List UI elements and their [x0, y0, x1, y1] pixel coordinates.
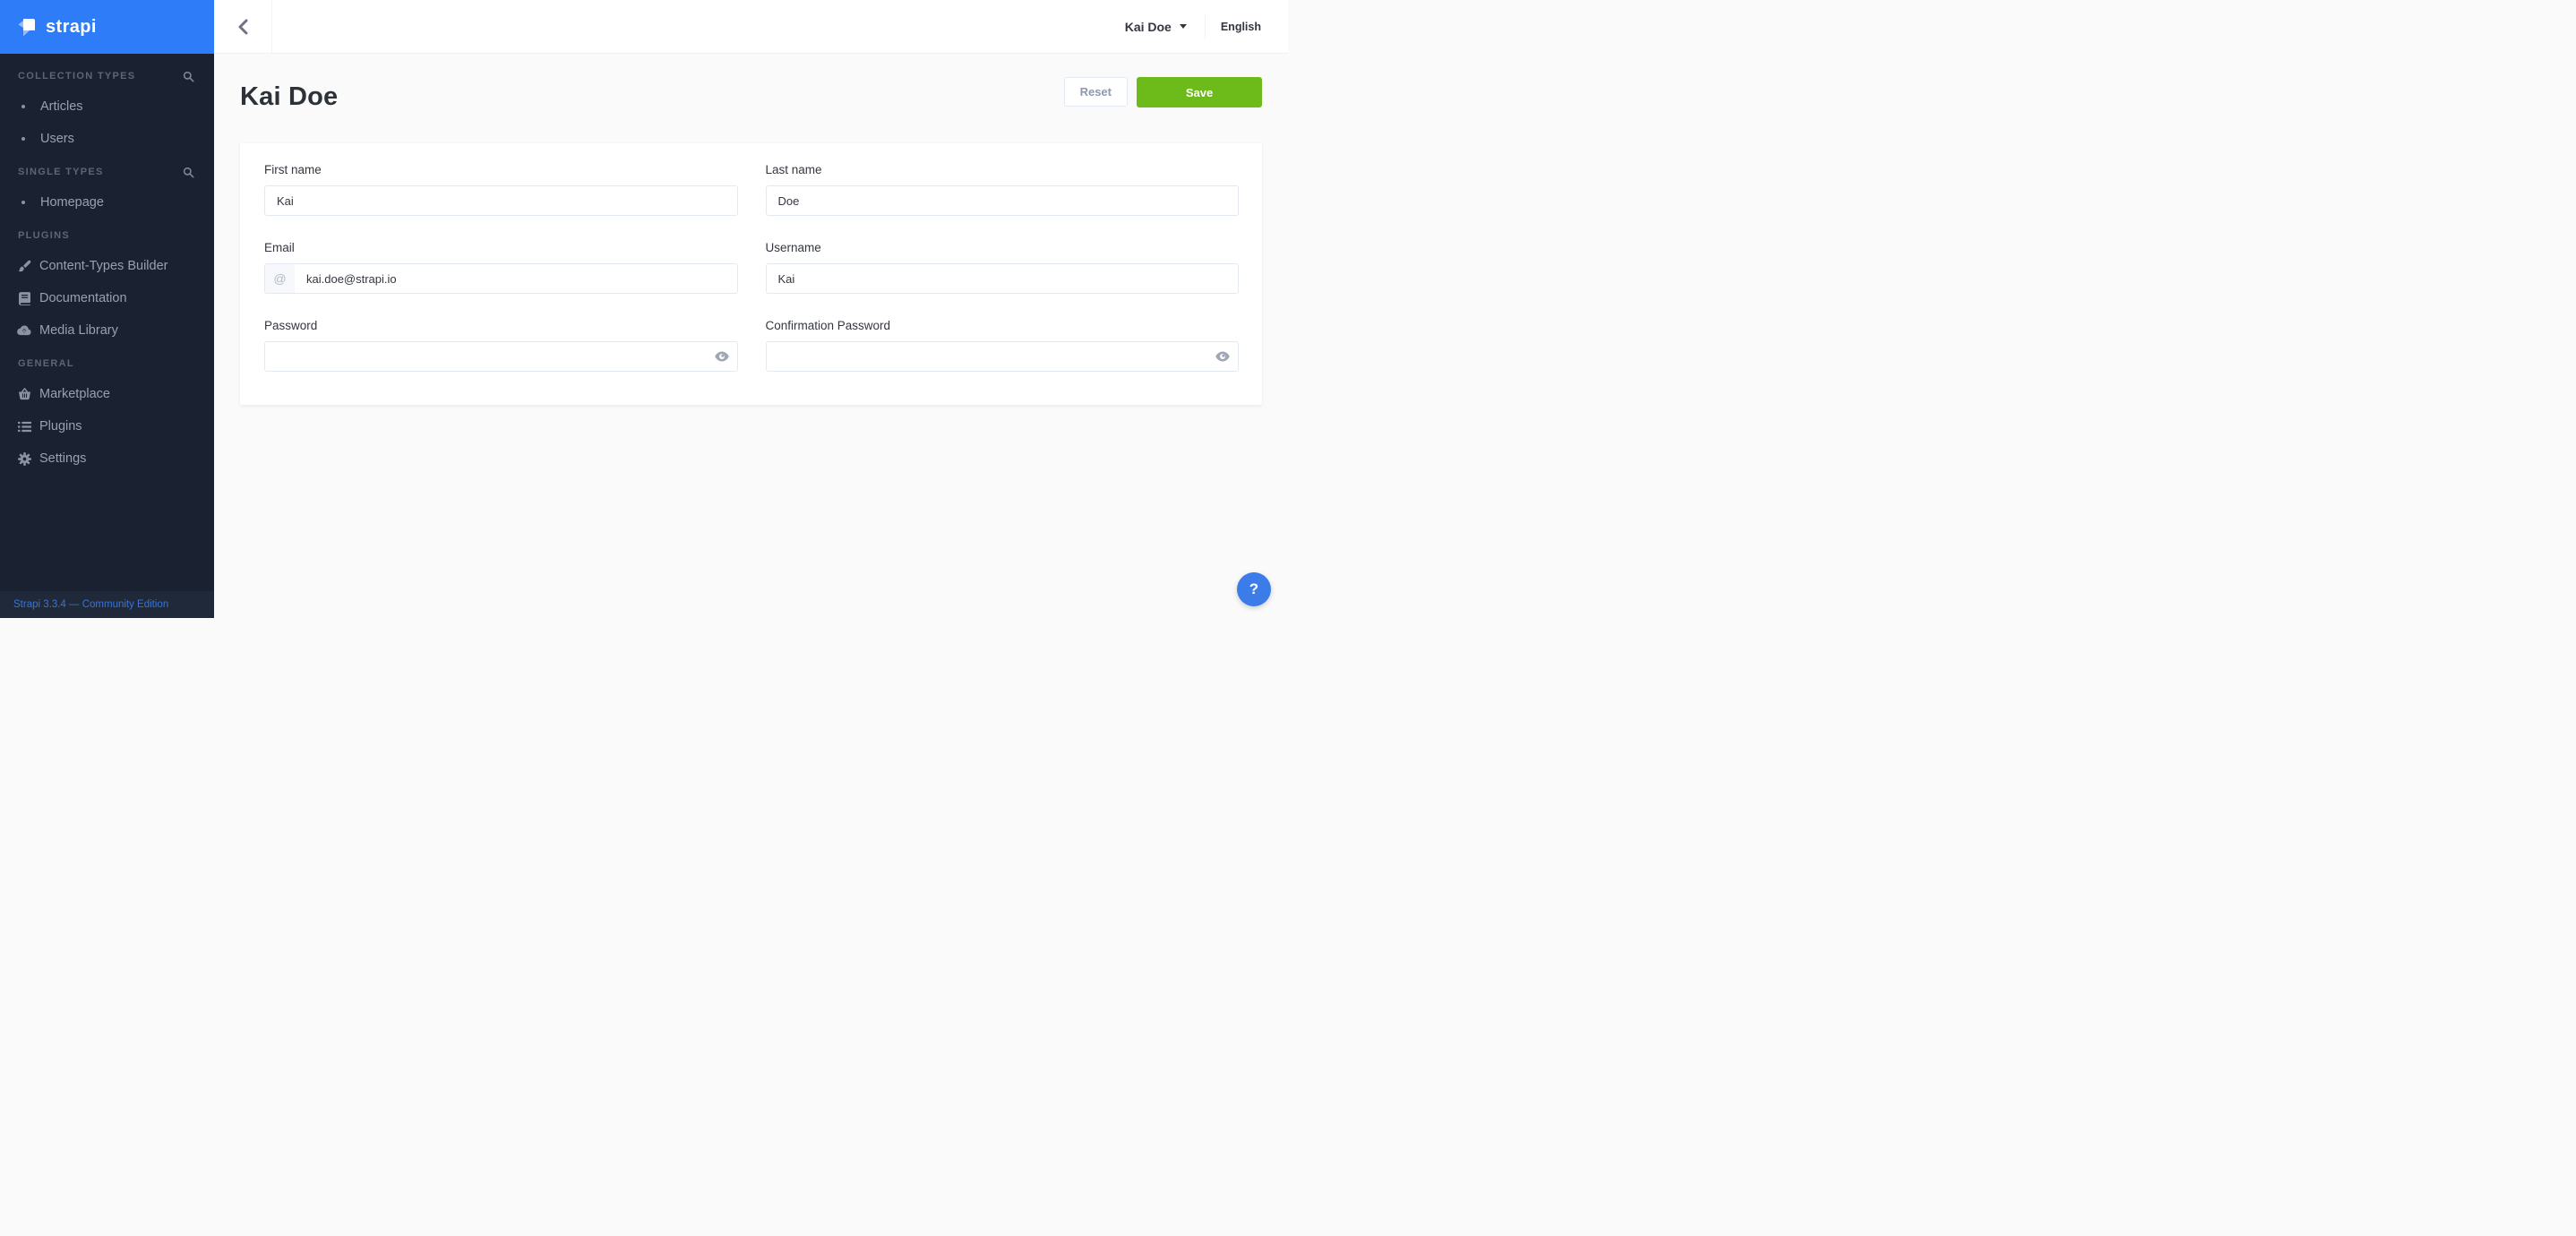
password-input[interactable] [265, 342, 737, 371]
toggle-password-visibility-button[interactable] [715, 352, 729, 362]
section-plugins: PLUGINS Content-Types Builder [0, 228, 214, 339]
sidebar-item-label: Articles [40, 99, 83, 114]
bullet-icon [21, 105, 25, 108]
sidebar-item-articles[interactable]: Articles [0, 99, 214, 115]
sidebar-item-marketplace[interactable]: Marketplace [0, 386, 214, 402]
section-collection-types-label: COLLECTION TYPES [18, 71, 135, 82]
gear-icon [17, 452, 31, 466]
language-selector[interactable]: English [1221, 21, 1261, 33]
search-icon[interactable] [183, 71, 194, 82]
sidebar-item-settings[interactable]: Settings [0, 451, 214, 467]
back-button[interactable] [214, 0, 272, 53]
bullet-icon [21, 137, 25, 141]
sidebar-item-label: Documentation [39, 291, 127, 305]
confirmation-password-input[interactable] [767, 342, 1239, 371]
last-name-label: Last name [766, 163, 1240, 176]
field-username: Username [766, 241, 1240, 294]
at-sign-icon: @ [265, 264, 295, 293]
reset-button[interactable]: Reset [1064, 77, 1128, 107]
edit-form-card: First name Last name Email @ Usern [240, 143, 1262, 405]
sidebar-item-label: Plugins [39, 419, 82, 433]
sidebar-item-media-library[interactable]: Media Library [0, 322, 214, 339]
section-plugins-label: PLUGINS [18, 230, 70, 241]
section-general: GENERAL Marketplace [0, 356, 214, 467]
eye-icon [715, 352, 729, 362]
user-menu[interactable]: Kai Doe [1125, 20, 1187, 34]
sidebar-item-label: Users [40, 132, 74, 146]
sidebar-item-label: Marketplace [39, 387, 110, 401]
shopping-basket-icon [17, 388, 31, 400]
field-password: Password [264, 319, 738, 372]
sidebar-menu: COLLECTION TYPES Articles Users SINGLE T… [0, 54, 214, 467]
section-general-label: GENERAL [18, 358, 74, 369]
page-header: Kai Doe Reset Save [214, 54, 1288, 112]
book-icon [17, 292, 31, 305]
field-first-name: First name [264, 163, 738, 216]
field-email: Email @ [264, 241, 738, 294]
field-confirmation-password: Confirmation Password [766, 319, 1240, 372]
field-last-name: Last name [766, 163, 1240, 216]
sidebar-item-label: Homepage [40, 195, 104, 210]
list-icon [17, 421, 31, 433]
page-title: Kai Doe [240, 82, 338, 112]
sidebar-item-label: Media Library [39, 323, 118, 338]
topbar: Kai Doe English [214, 0, 1288, 54]
sidebar-item-plugins[interactable]: Plugins [0, 418, 214, 434]
first-name-input[interactable] [265, 186, 737, 215]
save-button[interactable]: Save [1137, 77, 1262, 107]
chevron-down-icon [1180, 24, 1187, 29]
strapi-logo[interactable]: strapi [0, 0, 214, 54]
sidebar-item-label: Settings [39, 451, 86, 466]
paint-brush-icon [17, 260, 31, 273]
sidebar-item-homepage[interactable]: Homepage [0, 194, 214, 210]
last-name-input[interactable] [767, 186, 1239, 215]
help-button[interactable]: ? [1237, 572, 1271, 606]
section-collection-types: COLLECTION TYPES Articles Users [0, 69, 214, 147]
sidebar-item-label: Content-Types Builder [39, 259, 167, 273]
chevron-left-icon [238, 19, 248, 35]
header-divider [1205, 15, 1206, 39]
strapi-logo-icon [17, 18, 36, 37]
toggle-password-visibility-button[interactable] [1215, 352, 1230, 362]
password-label: Password [264, 319, 738, 332]
strapi-version-link[interactable]: Strapi 3.3.4 — Community Edition [13, 599, 168, 610]
first-name-label: First name [264, 163, 738, 176]
user-name: Kai Doe [1125, 20, 1172, 34]
page-actions: Reset Save [1064, 77, 1262, 107]
sidebar-item-users[interactable]: Users [0, 131, 214, 147]
username-input[interactable] [767, 264, 1239, 293]
section-single-types: SINGLE TYPES Homepage [0, 165, 214, 210]
strapi-logo-text: strapi [46, 17, 97, 38]
sidebar: strapi COLLECTION TYPES Articles Users [0, 0, 214, 618]
sidebar-item-documentation[interactable]: Documentation [0, 290, 214, 306]
search-icon[interactable] [183, 167, 194, 178]
bullet-icon [21, 201, 25, 204]
username-label: Username [766, 241, 1240, 254]
sidebar-footer: Strapi 3.3.4 — Community Edition [0, 591, 214, 618]
email-input[interactable] [295, 264, 737, 293]
sidebar-item-content-types-builder[interactable]: Content-Types Builder [0, 258, 214, 274]
section-single-types-label: SINGLE TYPES [18, 167, 104, 177]
email-label: Email [264, 241, 738, 254]
cloud-upload-icon [17, 325, 31, 336]
main-content: Kai Doe Reset Save First name Last name … [214, 54, 1288, 618]
eye-icon [1215, 352, 1230, 362]
confirmation-password-label: Confirmation Password [766, 319, 1240, 332]
